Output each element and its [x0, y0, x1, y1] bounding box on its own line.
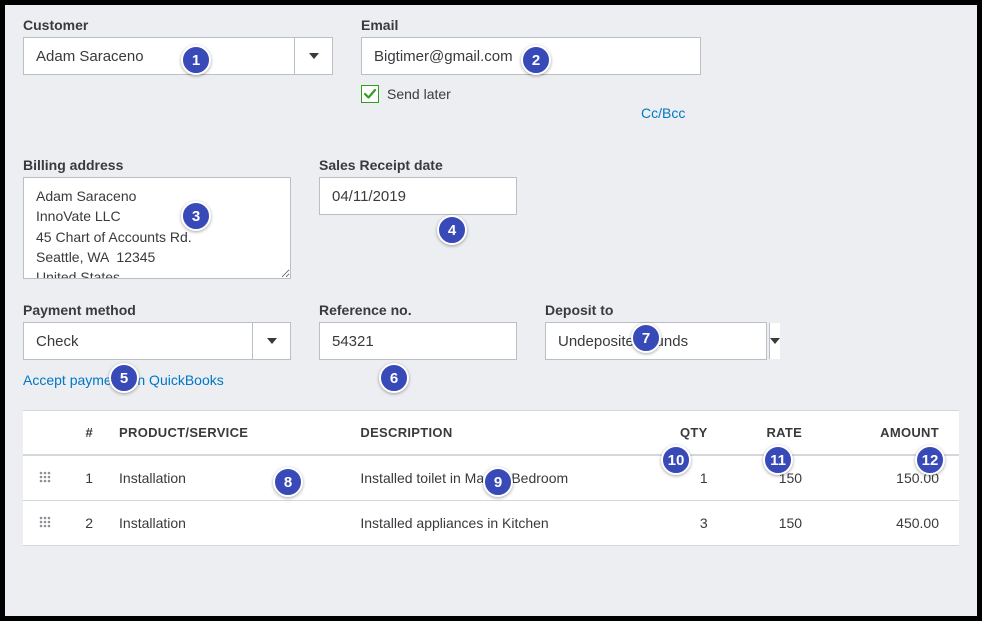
- email-input[interactable]: [361, 37, 701, 75]
- cell-product[interactable]: Installation: [109, 501, 350, 546]
- receipt-date-input[interactable]: [319, 177, 517, 215]
- payment-method-combo[interactable]: [23, 322, 291, 360]
- customer-dropdown-button[interactable]: [294, 38, 332, 74]
- cell-rate[interactable]: 150: [718, 501, 812, 546]
- col-num-header: #: [67, 411, 109, 455]
- chevron-down-icon: [770, 338, 780, 344]
- chevron-down-icon: [309, 53, 319, 59]
- cc-bcc-link[interactable]: Cc/Bcc: [641, 105, 685, 121]
- deposit-to-dropdown-button[interactable]: [769, 323, 780, 359]
- chevron-down-icon: [267, 338, 277, 344]
- customer-field: Customer: [23, 17, 333, 103]
- send-later-checkbox[interactable]: [361, 85, 379, 103]
- col-qty-header: QTY: [634, 411, 718, 455]
- send-later-label: Send later: [387, 86, 451, 102]
- checkmark-icon: [363, 87, 377, 101]
- cell-rate[interactable]: 150: [718, 455, 812, 501]
- reference-no-label: Reference no.: [319, 302, 517, 318]
- customer-combo[interactable]: [23, 37, 333, 75]
- table-row[interactable]: 2 Installation Installed appliances in K…: [23, 501, 959, 546]
- deposit-to-combo[interactable]: [545, 322, 767, 360]
- table-row[interactable]: 1 Installation Installed toilet in Maste…: [23, 455, 959, 501]
- deposit-to-field: Deposit to: [545, 302, 767, 360]
- send-later-row: Send later: [361, 85, 701, 103]
- cell-num: 2: [67, 501, 109, 546]
- reference-no-input[interactable]: [319, 322, 517, 360]
- customer-input[interactable]: [24, 38, 294, 74]
- field-row-1: Customer Email Send later: [23, 17, 959, 103]
- accept-payments-link[interactable]: Accept payments in QuickBooks: [23, 372, 959, 388]
- cell-product[interactable]: Installation: [109, 455, 350, 501]
- cell-amount[interactable]: 150.00: [812, 455, 959, 501]
- payment-method-input[interactable]: [24, 323, 252, 359]
- cell-amount[interactable]: 450.00: [812, 501, 959, 546]
- field-row-2: Billing address Adam Saraceno InnoVate L…: [23, 157, 959, 284]
- drag-handle-icon[interactable]: [39, 516, 51, 528]
- cell-qty[interactable]: 1: [634, 455, 718, 501]
- customer-label: Customer: [23, 17, 333, 33]
- deposit-to-input[interactable]: [546, 323, 769, 359]
- col-drag-header: [23, 411, 67, 455]
- billing-address-field: Billing address Adam Saraceno InnoVate L…: [23, 157, 291, 284]
- line-items-table: # PRODUCT/SERVICE DESCRIPTION QTY RATE A…: [23, 411, 959, 546]
- cell-description[interactable]: Installed toilet in Master Bedroom: [350, 455, 633, 501]
- payment-method-dropdown-button[interactable]: [252, 323, 290, 359]
- col-amount-header: AMOUNT: [812, 411, 959, 455]
- table-header-row: # PRODUCT/SERVICE DESCRIPTION QTY RATE A…: [23, 411, 959, 455]
- cell-num: 1: [67, 455, 109, 501]
- receipt-date-label: Sales Receipt date: [319, 157, 517, 173]
- email-label: Email: [361, 17, 701, 33]
- col-product-header: PRODUCT/SERVICE: [109, 411, 350, 455]
- line-items-table-wrap: # PRODUCT/SERVICE DESCRIPTION QTY RATE A…: [23, 410, 959, 546]
- col-description-header: DESCRIPTION: [350, 411, 633, 455]
- payment-method-label: Payment method: [23, 302, 291, 318]
- col-rate-header: RATE: [718, 411, 812, 455]
- billing-address-label: Billing address: [23, 157, 291, 173]
- reference-no-field: Reference no.: [319, 302, 517, 360]
- deposit-to-label: Deposit to: [545, 302, 767, 318]
- billing-address-input[interactable]: Adam Saraceno InnoVate LLC 45 Chart of A…: [23, 177, 291, 279]
- drag-handle-icon[interactable]: [39, 471, 51, 483]
- cell-qty[interactable]: 3: [634, 501, 718, 546]
- payment-method-field: Payment method: [23, 302, 291, 360]
- field-row-3: Payment method Reference no. Deposit to: [23, 302, 959, 360]
- email-field-wrap: Email Send later: [361, 17, 701, 103]
- cell-description[interactable]: Installed appliances in Kitchen: [350, 501, 633, 546]
- sales-receipt-form: Customer Email Send later Cc/Bcc Billing…: [5, 5, 977, 616]
- receipt-date-field: Sales Receipt date: [319, 157, 517, 284]
